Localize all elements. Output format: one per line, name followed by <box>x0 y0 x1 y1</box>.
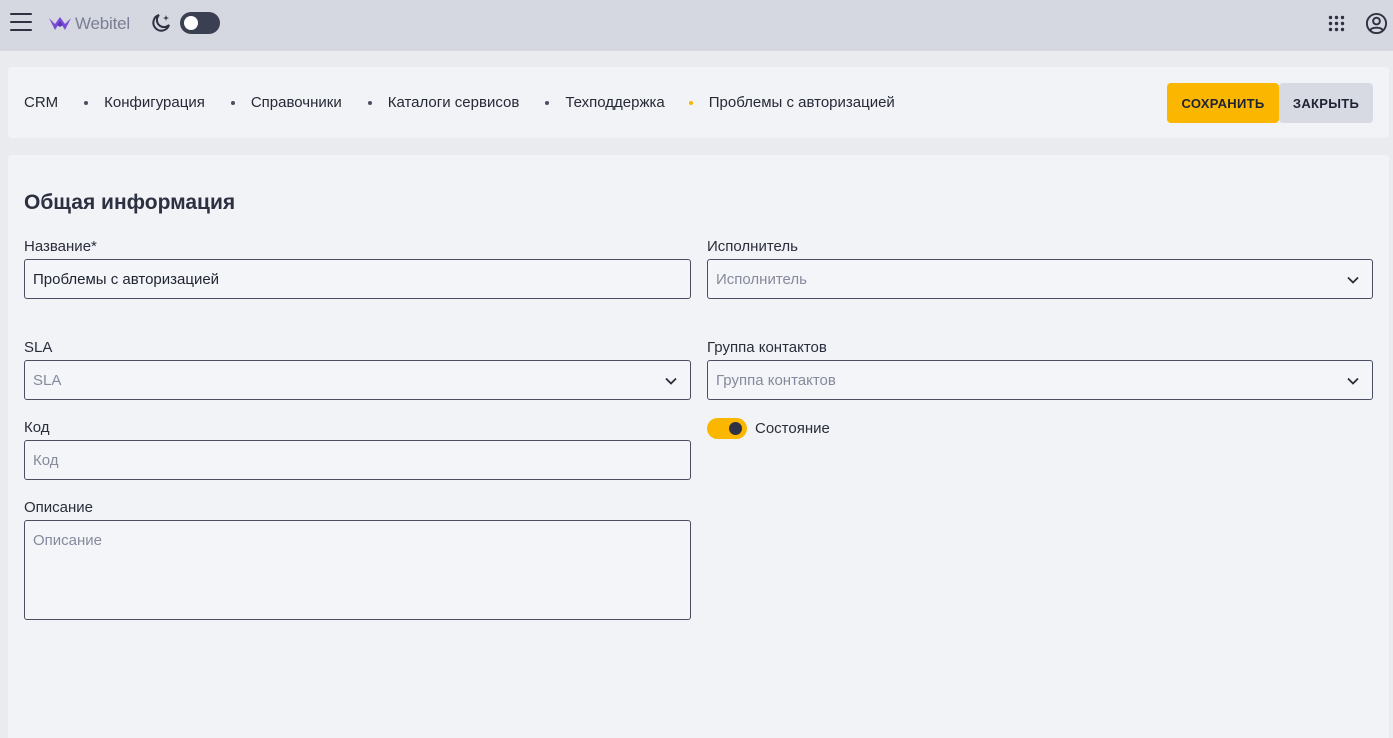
name-input[interactable]: Проблемы с авторизацией <box>24 259 691 299</box>
sla-placeholder: SLA <box>33 371 62 389</box>
executor-placeholder: Исполнитель <box>716 270 807 288</box>
breadcrumb: CRM Конфигурация Справочники Каталоги се… <box>24 67 895 138</box>
webitel-logo-icon <box>49 17 71 30</box>
breadcrumb-separator <box>367 100 372 105</box>
description-placeholder: Описание <box>33 532 103 549</box>
logo-text: Webitel <box>75 14 130 33</box>
theme-toggle-knob <box>184 16 198 30</box>
save-button[interactable]: СОХРАНИТЬ <box>1167 83 1279 123</box>
user-circle-icon[interactable] <box>1365 12 1388 35</box>
app-logo[interactable]: Webitel <box>48 12 130 36</box>
general-info-card: Общая информация Название* Проблемы с ав… <box>8 155 1389 738</box>
contact-group-placeholder: Группа контактов <box>716 371 836 389</box>
chevron-down-icon <box>1347 276 1359 284</box>
moon-icon <box>152 14 170 32</box>
state-toggle[interactable] <box>707 418 747 439</box>
breadcrumb-item-current: Проблемы с авторизацией <box>708 94 895 111</box>
breadcrumb-item-directories[interactable]: Справочники <box>251 94 342 111</box>
code-input[interactable]: Код <box>24 440 691 480</box>
breadcrumb-item-service-catalogs[interactable]: Каталоги сервисов <box>388 94 520 111</box>
theme-toggle[interactable] <box>180 12 220 34</box>
hamburger-icon[interactable] <box>10 13 32 33</box>
breadcrumb-separator <box>230 100 235 105</box>
description-label: Описание <box>24 499 94 516</box>
breadcrumb-separator <box>545 100 550 105</box>
name-label: Название* <box>24 238 97 255</box>
chevron-down-icon <box>665 377 677 385</box>
top-app-bar: Webitel <box>0 0 1393 51</box>
breadcrumb-separator-active <box>688 100 693 105</box>
description-textarea[interactable]: Описание <box>24 520 691 620</box>
page-header: CRM Конфигурация Справочники Каталоги се… <box>8 67 1389 138</box>
contact-group-label: Группа контактов <box>707 339 827 356</box>
state-label: Состояние <box>755 420 830 437</box>
contact-group-select[interactable]: Группа контактов <box>707 360 1373 400</box>
sla-select[interactable]: SLA <box>24 360 691 400</box>
breadcrumb-item-tech-support[interactable]: Техподдержка <box>565 94 664 111</box>
breadcrumb-separator <box>84 100 89 105</box>
section-title: Общая информация <box>24 191 236 214</box>
breadcrumb-item-configuration[interactable]: Конфигурация <box>104 94 205 111</box>
executor-select[interactable]: Исполнитель <box>707 259 1373 299</box>
state-toggle-knob <box>729 422 742 435</box>
code-placeholder: Код <box>33 451 59 469</box>
chevron-down-icon <box>1347 377 1359 385</box>
code-label: Код <box>24 419 50 436</box>
close-button[interactable]: ЗАКРЫТЬ <box>1279 83 1373 123</box>
sla-label: SLA <box>24 339 53 356</box>
breadcrumb-item-crm[interactable]: CRM <box>24 94 58 111</box>
grid-apps-icon[interactable] <box>1328 15 1345 32</box>
executor-label: Исполнитель <box>707 238 798 255</box>
